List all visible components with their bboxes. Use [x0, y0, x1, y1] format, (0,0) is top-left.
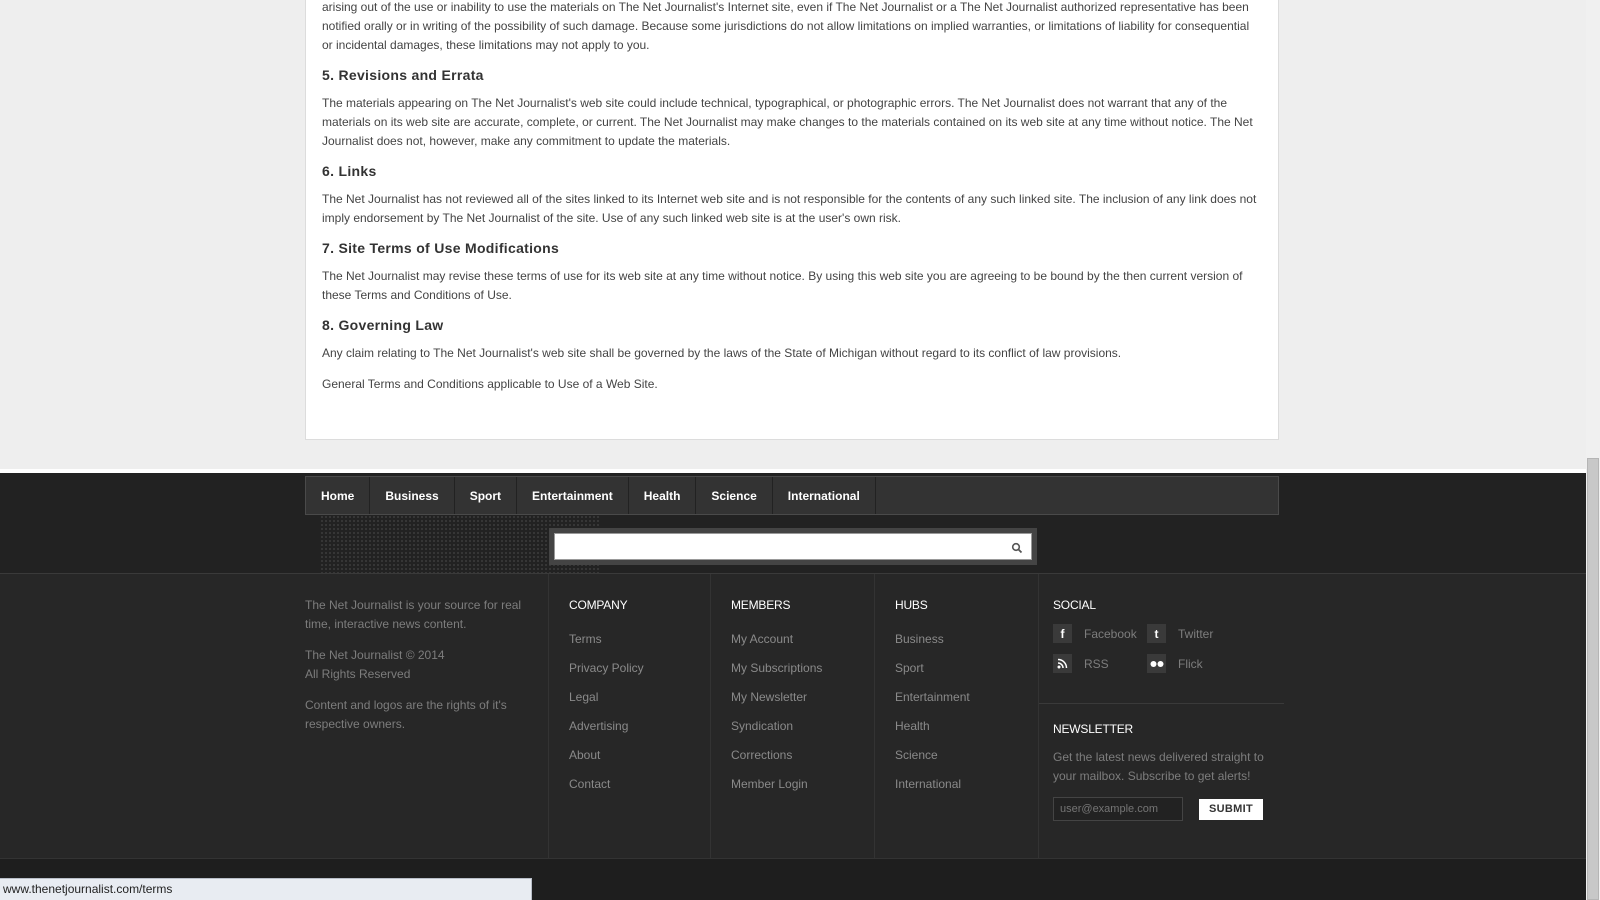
nav-item-home[interactable]: Home — [306, 477, 371, 514]
column-title: NEWSLETTER — [1053, 722, 1134, 736]
footer-link-about[interactable]: About — [569, 746, 719, 764]
nav-item-business[interactable]: Business — [370, 477, 455, 514]
search-input[interactable] — [554, 533, 1032, 560]
nav-item-entertainment[interactable]: Entertainment — [517, 477, 629, 514]
newsletter-submit-button[interactable]: SUBMIT — [1199, 798, 1263, 820]
paragraph: arising out of the use or inability to u… — [322, 0, 1250, 52]
members-column: MEMBERS My Account My Subscriptions My N… — [731, 596, 881, 804]
facebook-icon: f — [1053, 624, 1072, 643]
footer-link-syndication[interactable]: Syndication — [731, 717, 881, 735]
terms-article: arising out of the use or inability to u… — [305, 0, 1279, 440]
footer-link-terms[interactable]: Terms — [569, 630, 719, 648]
section-heading-modifications: 7. Site Terms of Use Modifications — [322, 240, 560, 256]
paragraph: The Net Journalist may revise these term… — [322, 269, 1243, 302]
footer-link-entertainment[interactable]: Entertainment — [895, 688, 1045, 706]
rss-icon — [1053, 654, 1072, 673]
twitter-icon: t — [1147, 624, 1166, 643]
footer-navbar: Home Business Sport Entertainment Health… — [305, 476, 1279, 515]
column-divider — [874, 574, 875, 858]
scrollbar-thumb[interactable] — [1587, 458, 1599, 900]
hubs-column: HUBS Business Sport Entertainment Health… — [895, 596, 1045, 804]
social-link-facebook[interactable]: f Facebook — [1053, 624, 1147, 643]
footer-columns: The Net Journalist is your source for re… — [0, 574, 1586, 858]
about-block: The Net Journalist is your source for re… — [305, 596, 535, 746]
column-divider — [548, 574, 549, 858]
paragraph: Any claim relating to The Net Journalist… — [322, 346, 1122, 360]
column-title: SOCIAL — [1053, 598, 1096, 612]
section-heading-governing-law: 8. Governing Law — [322, 317, 444, 333]
footer-link-member-login[interactable]: Member Login — [731, 775, 881, 793]
flickr-icon — [1147, 654, 1166, 673]
footer-link-science[interactable]: Science — [895, 746, 1045, 764]
nav-item-sport[interactable]: Sport — [455, 477, 518, 514]
section-heading-revisions: 5. Revisions and Errata — [322, 67, 484, 83]
column-divider — [1038, 574, 1039, 858]
section-heading-links: 6. Links — [322, 163, 377, 179]
rights-notice: Content and logos are the rights of it's… — [305, 698, 507, 731]
nav-item-health[interactable]: Health — [629, 477, 697, 514]
footer-link-my-subscriptions[interactable]: My Subscriptions — [731, 659, 881, 677]
paragraph: The Net Journalist has not reviewed all … — [322, 192, 1257, 225]
footer-link-corrections[interactable]: Corrections — [731, 746, 881, 764]
social-link-rss[interactable]: RSS — [1053, 654, 1147, 673]
footer-link-contact[interactable]: Contact — [569, 775, 719, 793]
social-link-twitter[interactable]: t Twitter — [1147, 624, 1257, 643]
newsletter-block: NEWSLETTER Get the latest news delivered… — [1053, 720, 1283, 821]
column-divider — [710, 574, 711, 858]
nav-item-science[interactable]: Science — [696, 477, 773, 514]
site-footer: Home Business Sport Entertainment Health… — [0, 473, 1586, 900]
footer-link-legal[interactable]: Legal — [569, 688, 719, 706]
footer-link-health[interactable]: Health — [895, 717, 1045, 735]
column-title: MEMBERS — [731, 598, 791, 612]
footer-link-privacy-policy[interactable]: Privacy Policy — [569, 659, 719, 677]
nav-item-international[interactable]: International — [773, 477, 876, 514]
footer-nav-band: Home Business Sport Entertainment Health… — [0, 473, 1586, 574]
search-icon[interactable] — [1011, 542, 1023, 554]
copyright-text: The Net Journalist © 2014 All Rights Rese… — [305, 648, 445, 681]
newsletter-text: Get the latest news delivered straight t… — [1053, 750, 1264, 783]
about-text: The Net Journalist is your source for re… — [305, 598, 522, 631]
footer-link-my-newsletter[interactable]: My Newsletter — [731, 688, 881, 706]
footer-link-sport[interactable]: Sport — [895, 659, 1045, 677]
column-title: COMPANY — [569, 598, 628, 612]
footer-link-my-account[interactable]: My Account — [731, 630, 881, 648]
social-link-flickr[interactable]: Flick — [1147, 654, 1257, 673]
footer-link-advertising[interactable]: Advertising — [569, 717, 719, 735]
newsletter-email-input[interactable] — [1053, 797, 1183, 821]
footer-link-business[interactable]: Business — [895, 630, 1045, 648]
search-bar — [549, 528, 1037, 565]
status-bar-url: www.thenetjournalist.com/terms — [0, 878, 532, 900]
social-column: SOCIAL f Facebook t Twitter RSS Flick — [1053, 596, 1293, 673]
company-column: COMPANY Terms Privacy Policy Legal Adver… — [569, 596, 719, 804]
footer-link-international[interactable]: International — [895, 775, 1045, 793]
column-title: HUBS — [895, 598, 928, 612]
paragraph: The materials appearing on The Net Journ… — [322, 96, 1253, 148]
closing-paragraph: General Terms and Conditions applicable … — [322, 377, 658, 391]
newsletter-divider — [1039, 703, 1284, 704]
